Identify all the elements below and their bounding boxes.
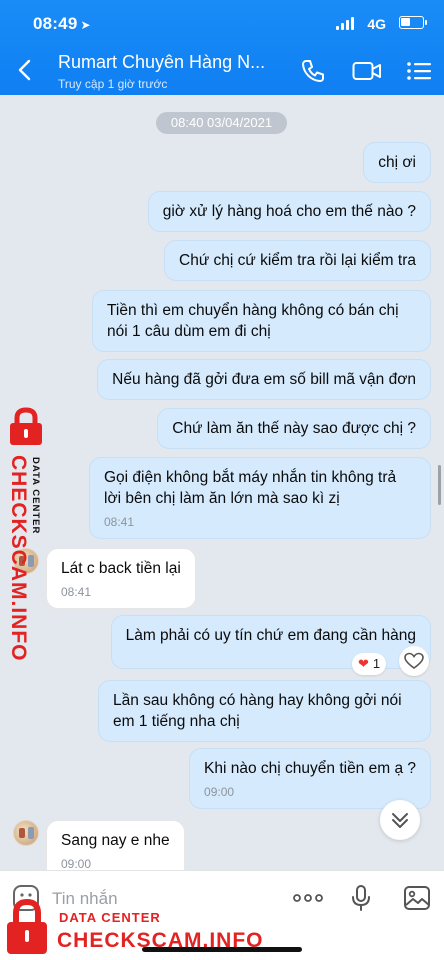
message-time: 08:41 (61, 585, 92, 599)
message-text: Nếu hàng đã gởi đưa em số bill mã vận đơ… (112, 371, 416, 388)
message-bubble[interactable]: Lần sau không có hàng hay không gởi nói … (98, 680, 431, 742)
react-button[interactable] (399, 646, 429, 676)
heart-outline-icon (404, 652, 424, 669)
message-bubble[interactable]: Gọi điện không bắt máy nhắn tin không tr… (89, 457, 431, 539)
message-bubble[interactable]: giờ xử lý hàng hoá cho em thế nào ? (147, 191, 431, 232)
message-text: Sang nay e nhe (61, 832, 170, 849)
message-bubble[interactable]: Chứ làm ăn thế này sao được chị ? (157, 408, 431, 449)
contact-avatar[interactable] (13, 820, 39, 846)
date-separator: 08:40 03/04/2021 (156, 112, 287, 134)
message-time: 09:00 (61, 857, 92, 870)
message-bubble[interactable]: Lát c back tiền lại 08:41 (46, 548, 196, 609)
watermark-main-text: CHECKSCAM.INFO (57, 929, 264, 952)
message-bubble[interactable]: Nếu hàng đã gởi đưa em số bill mã vận đơ… (97, 359, 431, 400)
message-text: Tiền thì em chuyển hàng không có bán chị… (107, 302, 403, 340)
message-text: Gọi điện không bắt máy nhắn tin không tr… (104, 469, 401, 507)
battery-icon (399, 16, 427, 29)
video-call-icon[interactable] (352, 60, 382, 82)
location-arrow-icon: ➤ (80, 18, 91, 32)
message-text: Lần sau không có hàng hay không gởi nói … (113, 692, 406, 730)
message-text: Khi nào chị chuyển tiền em ạ ? (204, 760, 416, 777)
message-bubble[interactable]: Tiền thì em chuyển hàng không có bán chị… (92, 290, 431, 352)
menu-list-icon[interactable] (406, 60, 432, 82)
message-list[interactable]: 08:40 03/04/2021 chị ơi giờ xử lý hàng h… (0, 95, 444, 870)
contact-name[interactable]: Rumart Chuyên Hàng N... (58, 52, 288, 73)
watermark-sub-text: DATA CENTER (30, 457, 41, 535)
chat-header: 08:49 ➤ 4G Rumart Chuyên Hàng N... Truy c… (0, 0, 444, 95)
heart-icon: ❤ (358, 656, 369, 671)
microphone-icon[interactable] (350, 884, 372, 912)
reaction-summary[interactable]: ❤ 1 (352, 653, 387, 675)
message-text: giờ xử lý hàng hoá cho em thế nào ? (162, 203, 416, 220)
status-time: 08:49 ➤ (33, 14, 91, 33)
message-text: Lát c back tiền lại (61, 560, 181, 577)
message-text: Làm phải có uy tín chứ em đang cần hàng (125, 627, 416, 644)
message-time: 09:00 (204, 785, 235, 799)
lock-icon (10, 407, 42, 445)
signal-icon (336, 17, 354, 30)
back-arrow-icon[interactable] (14, 58, 36, 82)
watermark-sub-text: DATA CENTER (59, 910, 161, 925)
message-text: Chứ làm ăn thế này sao được chị ? (172, 420, 416, 437)
message-bubble[interactable]: chị ơi (363, 142, 431, 183)
message-text: chị ơi (378, 154, 416, 171)
watermark-bottom: DATA CENTER CHECKSCAM.INFO (4, 898, 304, 958)
message-bubble[interactable]: Sang nay e nhe 09:00 (46, 820, 185, 870)
message-bubble[interactable]: Chứ chị cứ kiểm tra rồi lại kiểm tra (164, 240, 431, 281)
message-time: 08:41 (104, 515, 135, 529)
double-chevron-down-icon (392, 813, 408, 828)
lock-icon (7, 898, 47, 954)
watermark-main-text: CHECKSCAM.INFO (7, 455, 30, 662)
image-gallery-icon[interactable] (403, 885, 431, 911)
last-seen: Truy cập 1 giờ trước (58, 77, 168, 91)
reaction-count: 1 (372, 656, 381, 671)
watermark-side: CHECKSCAM.INFO DATA CENTER (2, 405, 50, 662)
scroll-to-bottom-button[interactable] (380, 800, 420, 840)
message-text: Chứ chị cứ kiểm tra rồi lại kiểm tra (179, 252, 416, 269)
scrollbar[interactable] (438, 465, 441, 505)
phone-call-icon[interactable] (300, 58, 326, 84)
network-type: 4G (367, 16, 386, 32)
status-bar: 08:49 ➤ 4G (0, 0, 444, 44)
